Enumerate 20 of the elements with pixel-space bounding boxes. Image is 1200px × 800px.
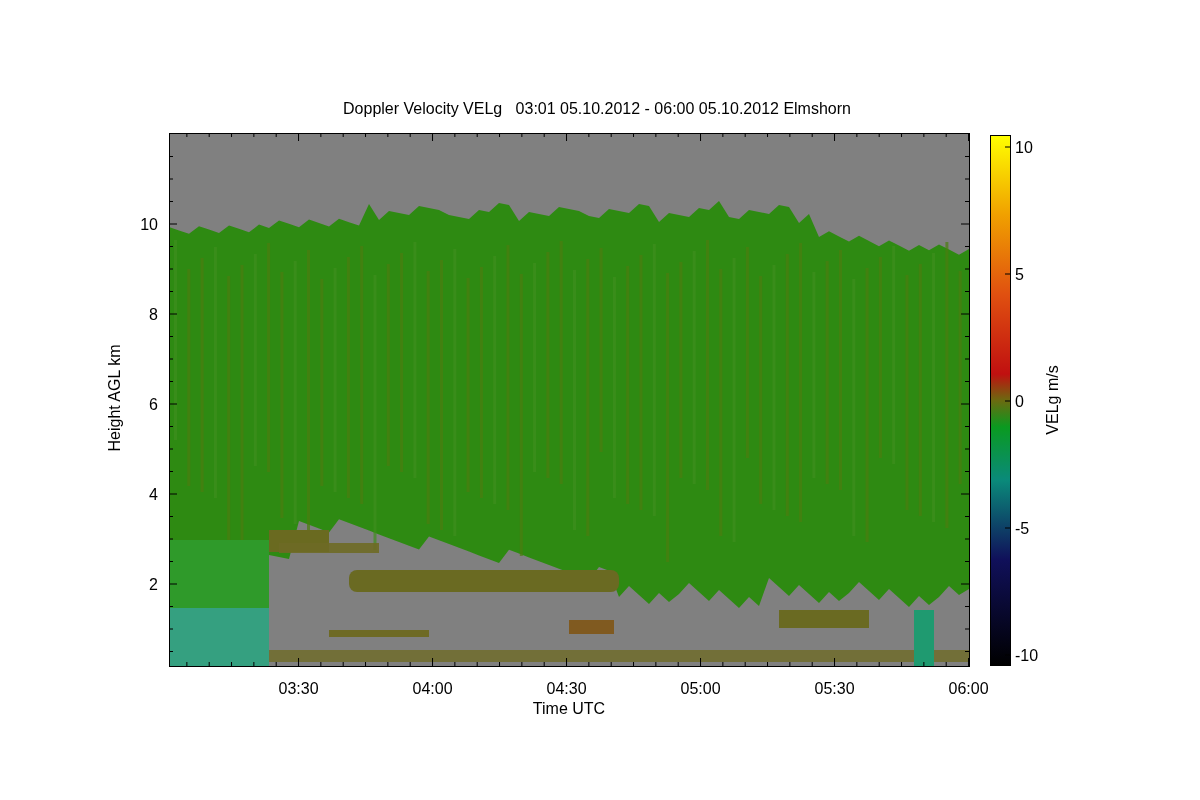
colorbar-tick-label: 5 <box>1015 266 1024 283</box>
y-tick-label: 10 <box>140 216 158 233</box>
y-tick-label: 8 <box>149 306 158 323</box>
colorbar-tick-label: 0 <box>1015 393 1024 410</box>
y-tick-label: 2 <box>149 576 158 593</box>
x-tick-label: 04:00 <box>412 680 453 697</box>
x-tick-label: 05:00 <box>680 680 721 697</box>
colorbar-tick-label: -10 <box>1015 647 1039 664</box>
x-axis-label: Time UTC <box>532 700 606 717</box>
colorbar-tick-label: 10 <box>1015 139 1033 156</box>
y-tick-label: 6 <box>149 396 158 413</box>
x-tick-label: 04:30 <box>546 680 587 697</box>
x-tick-label: 06:00 <box>948 680 989 697</box>
chart-title: Doppler Velocity VELg 03:01 05.10.2012 - 06:00 05.10.2012 Elmshorn <box>343 100 851 117</box>
x-tick-label: 05:30 <box>814 680 855 697</box>
x-tick-label: 03:30 <box>278 680 319 697</box>
y-tick-label: 4 <box>149 486 158 503</box>
y-axis-label: Height AGL km <box>106 344 123 452</box>
colorbar-tick-label: -5 <box>1015 520 1030 537</box>
colorbar-label: VELg m/s <box>1044 365 1061 435</box>
